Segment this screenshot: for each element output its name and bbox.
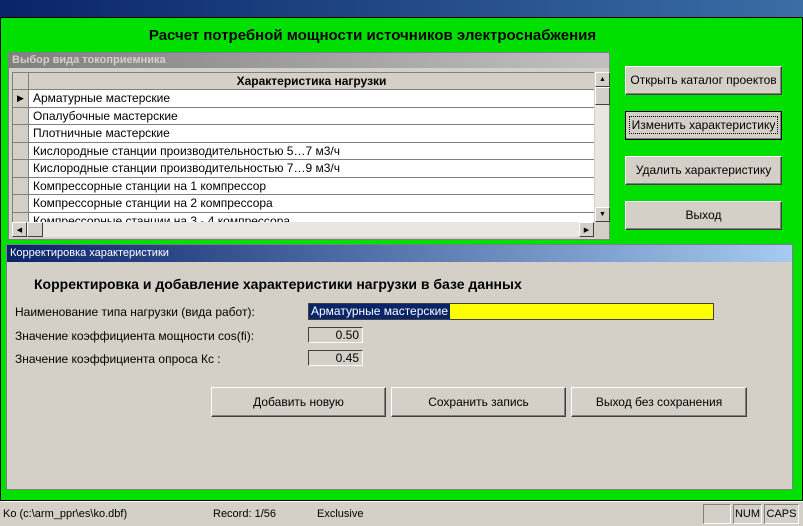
exit-button[interactable]: Выход (625, 201, 782, 230)
status-file: Ko (c:\arm_ppr\es\ko.dbf) (3, 508, 128, 520)
table-row[interactable]: Компрессорные станции на 1 компрессор (13, 177, 594, 195)
load-name-value: Арматурные мастерские (309, 304, 451, 319)
scroll-left-icon[interactable]: ◀ (12, 222, 27, 237)
open-catalog-button[interactable]: Открыть каталог проектов (625, 66, 782, 95)
grid-header-selector (13, 73, 29, 89)
current-row-marker-icon: ▶ (13, 90, 29, 107)
status-record: Record: 1/56 (213, 508, 276, 520)
delete-characteristic-button[interactable]: Удалить характеристику (625, 156, 782, 185)
load-name-label: Наименование типа нагрузки (вида работ): (15, 305, 255, 319)
row-selector[interactable] (13, 125, 29, 142)
table-cell[interactable]: Кислородные станции производительностью … (29, 143, 594, 160)
exit-without-saving-button[interactable]: Выход без сохранения (571, 387, 747, 417)
load-name-input[interactable]: Арматурные мастерские (308, 303, 714, 320)
resize-grip-icon[interactable] (594, 222, 609, 237)
table-cell[interactable]: Компрессорные станции на 3 - 4 компрессо… (29, 213, 594, 223)
row-selector[interactable] (13, 107, 29, 124)
edit-window-caption: Корректировка характеристики (7, 245, 792, 262)
grid-header: Характеристика нагрузки (13, 73, 594, 90)
row-selector[interactable] (13, 212, 29, 222)
form-title: Расчет потребной мощности источников эле… (148, 27, 597, 44)
grid-vertical-scrollbar[interactable]: ▲ ▼ (594, 72, 610, 222)
status-mode: Exclusive (317, 508, 364, 520)
grid-horizontal-scrollbar[interactable]: ◀ ▶ (12, 222, 594, 237)
table-cell[interactable]: Арматурные мастерские (29, 90, 594, 107)
table-row[interactable]: Компрессорные станции на 3 - 4 компрессо… (13, 212, 594, 223)
edit-characteristic-window: Корректировка характеристики Корректиров… (6, 244, 793, 490)
row-selector[interactable] (13, 160, 29, 177)
scroll-up-icon[interactable]: ▲ (595, 72, 610, 87)
save-record-button[interactable]: Сохранить запись (391, 387, 566, 417)
scroll-down-icon[interactable]: ▼ (595, 207, 610, 222)
kc-input[interactable]: 0.45 (308, 350, 363, 366)
list-panel-caption: Выбор вида токоприемника (9, 53, 609, 68)
table-cell[interactable]: Компрессорные станции на 1 компрессор (29, 178, 594, 195)
scroll-right-icon[interactable]: ▶ (579, 222, 594, 237)
edit-characteristic-button[interactable]: Изменить характеристику (625, 111, 782, 140)
load-type-list-panel: Выбор вида токоприемника Характеристика … (8, 52, 610, 240)
table-cell[interactable]: Кислородные станции производительностью … (29, 160, 594, 177)
edit-heading: Корректировка и добавление характеристик… (34, 276, 522, 292)
table-row[interactable]: Плотничные мастерские (13, 125, 594, 143)
kc-label: Значение коэффициента опроса Кс : (15, 352, 221, 366)
row-selector[interactable] (13, 195, 29, 212)
status-bar: Ko (c:\arm_ppr\es\ko.dbf) Record: 1/56 E… (0, 501, 803, 526)
table-cell[interactable]: Плотничные мастерские (29, 125, 594, 142)
status-caps: CAPS (764, 504, 799, 524)
load-type-grid[interactable]: Характеристика нагрузки ▶ Арматурные мас… (12, 72, 594, 222)
table-cell[interactable]: Опалубочные мастерские (29, 108, 594, 125)
status-panel-empty (703, 504, 731, 524)
cos-fi-label: Значение коэффициента мощности cos(fi): (15, 329, 255, 343)
vertical-scroll-thumb[interactable] (595, 87, 610, 105)
column-header-load-characteristic[interactable]: Характеристика нагрузки (29, 73, 594, 89)
table-row[interactable]: Компрессорные станции на 2 компрессора (13, 195, 594, 213)
table-row[interactable]: Кислородные станции производительностью … (13, 142, 594, 160)
table-row[interactable]: Опалубочные мастерские (13, 107, 594, 125)
row-selector[interactable] (13, 177, 29, 194)
window-titlebar (0, 0, 803, 18)
cos-fi-input[interactable]: 0.50 (308, 327, 363, 343)
row-selector[interactable] (13, 142, 29, 159)
table-cell[interactable]: Компрессорные станции на 2 компрессора (29, 195, 594, 212)
table-row[interactable]: ▶ Арматурные мастерские (13, 90, 594, 108)
horizontal-scroll-thumb[interactable] (27, 222, 43, 237)
edit-characteristic-label: Изменить характеристику (628, 116, 779, 134)
table-row[interactable]: Кислородные станции производительностью … (13, 160, 594, 178)
add-new-button[interactable]: Добавить новую (211, 387, 386, 417)
status-num: NUM (733, 504, 762, 524)
